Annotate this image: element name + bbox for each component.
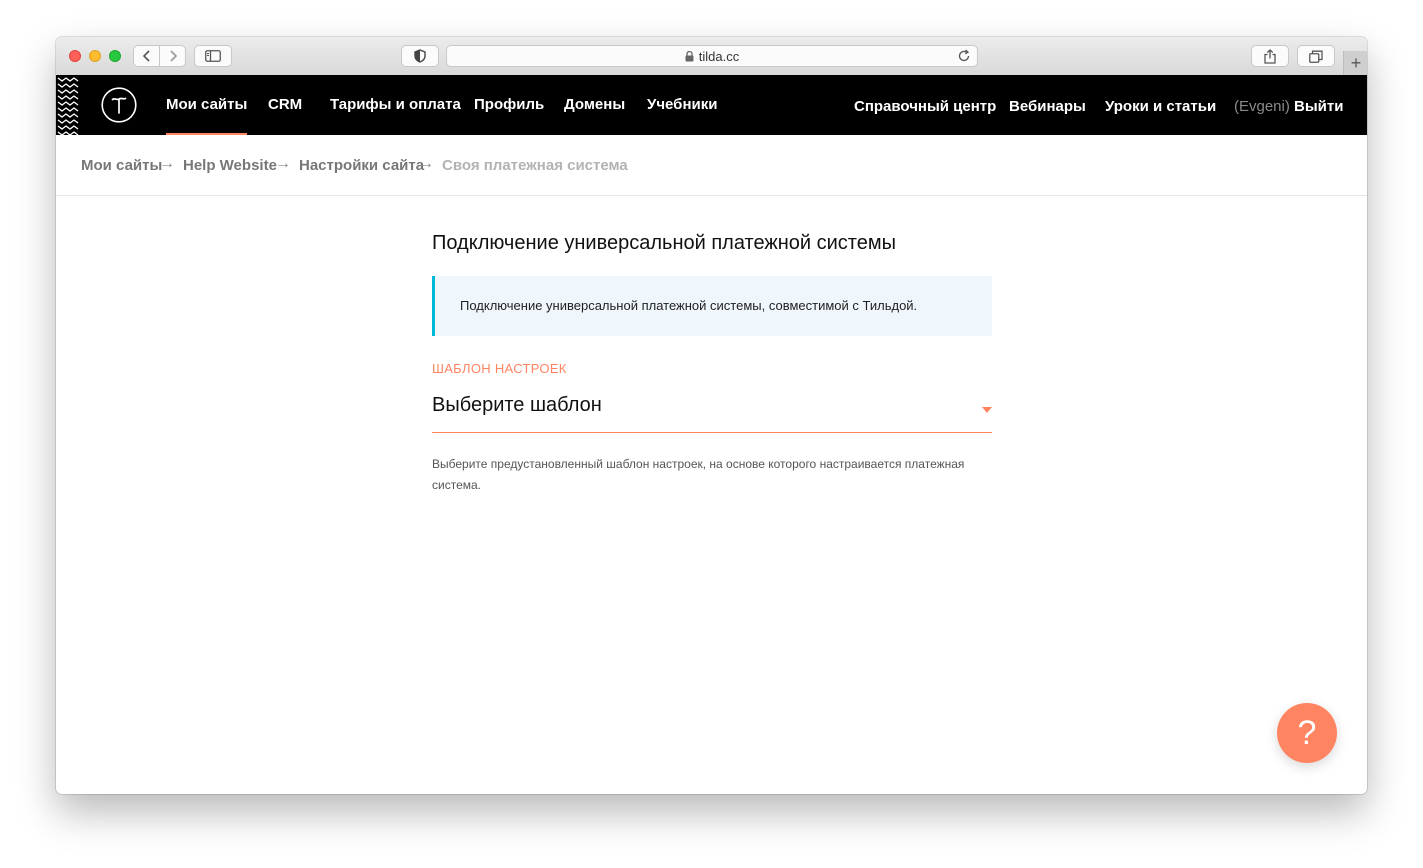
share-button[interactable] (1251, 45, 1289, 67)
template-select[interactable]: Выберите шаблон (432, 389, 992, 433)
caret-down-icon (982, 407, 992, 413)
nav-profile[interactable]: Профиль (474, 97, 544, 113)
nav-help-center[interactable]: Справочный центр (854, 99, 996, 115)
chevron-left-icon (142, 50, 150, 62)
tab-overview-button[interactable] (1297, 45, 1335, 67)
notice-text: Подключение универсальной платежной сист… (460, 298, 918, 313)
zoom-window-button[interactable] (109, 50, 121, 62)
sidebar-icon (205, 50, 221, 62)
help-button[interactable]: ? (1277, 703, 1337, 763)
breadcrumb-separator: → (159, 155, 175, 172)
url-text: tilda.cc (698, 48, 740, 64)
new-tab-button[interactable]: + (1343, 51, 1367, 75)
nav-pricing[interactable]: Тарифы и оплата (330, 97, 461, 113)
nav-tutorials[interactable]: Учебники (647, 97, 717, 113)
template-hint: Выберите предустановленный шаблон настро… (432, 457, 965, 492)
close-window-button[interactable] (69, 50, 81, 62)
user-name: (Evgeni) (1234, 98, 1290, 115)
breadcrumb-current: Своя платежная система (442, 157, 628, 174)
minimize-window-button[interactable] (89, 50, 101, 62)
chevron-right-icon (169, 50, 177, 62)
address-bar[interactable]: tilda.cc (446, 45, 978, 67)
sidebar-toggle-button[interactable] (194, 45, 232, 67)
breadcrumb-site-settings[interactable]: Настройки сайта (299, 157, 424, 174)
reload-button[interactable] (957, 49, 971, 63)
user-logout: (Evgeni) Выйти (1234, 99, 1343, 115)
template-field-label: ШАБЛОН НАСТРОЕК (432, 361, 567, 376)
tilda-logo-icon[interactable] (101, 87, 137, 123)
nav-my-sites[interactable]: Мои сайты (166, 97, 248, 135)
back-button[interactable] (134, 46, 159, 66)
nav-crm[interactable]: CRM (268, 97, 302, 113)
site-header: Мои сайты CRM Тарифы и оплата Профиль До… (56, 75, 1367, 135)
browser-window: tilda.cc + Мои сайты CRM Тарифы и оплата… (56, 37, 1367, 794)
info-notice: Подключение универсальной платежной сист… (432, 276, 992, 336)
breadcrumb-site[interactable]: Help Website (183, 157, 277, 174)
reload-icon (958, 49, 970, 62)
page-title: Подключение универсальной платежной сист… (432, 232, 896, 254)
nav-webinars[interactable]: Вебинары (1009, 99, 1086, 115)
browser-toolbar: tilda.cc + (56, 37, 1367, 76)
template-select-value: Выберите шаблон (432, 394, 602, 416)
lock-icon (685, 50, 694, 62)
breadcrumb-separator: → (418, 155, 434, 172)
share-icon (1264, 48, 1276, 64)
nav-domains[interactable]: Домены (564, 97, 625, 113)
zigzag-pattern-icon (56, 75, 80, 135)
breadcrumb-my-sites[interactable]: Мои сайты (81, 157, 162, 174)
privacy-report-button[interactable] (401, 45, 439, 67)
breadcrumb: Мои сайты → Help Website → Настройки сай… (56, 135, 1367, 196)
shield-icon (414, 49, 426, 63)
nav-lessons[interactable]: Уроки и статьи (1105, 99, 1216, 115)
forward-button[interactable] (159, 46, 185, 66)
logout-link[interactable]: Выйти (1294, 98, 1343, 115)
breadcrumb-separator: → (275, 155, 291, 172)
tabs-icon (1309, 50, 1323, 63)
history-nav-group (133, 45, 186, 67)
